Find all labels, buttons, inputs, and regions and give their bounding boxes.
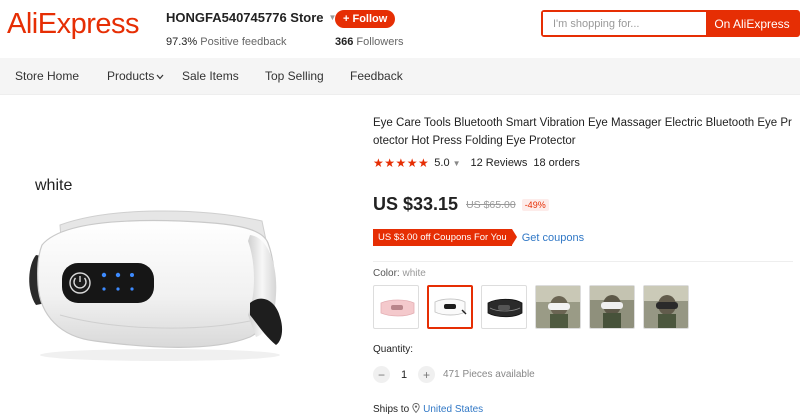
nav-item-label: Top Selling xyxy=(265,69,324,83)
product-main-image[interactable]: white xyxy=(0,115,355,420)
product-info: Eye Care Tools Bluetooth Smart Vibration… xyxy=(373,114,793,415)
store-nav: Store Home Products Sale Items Top Selli… xyxy=(0,58,800,95)
swatch-white[interactable] xyxy=(427,285,473,329)
ships-to-label: Ships to xyxy=(373,404,410,415)
orders-count: 18 orders xyxy=(533,157,580,169)
nav-item-label: Feedback xyxy=(350,69,403,83)
nav-item-top-selling[interactable]: Top Selling xyxy=(265,69,324,83)
swatch-photo-2-image xyxy=(590,286,634,328)
product-title: Eye Care Tools Bluetooth Smart Vibration… xyxy=(373,117,792,147)
swatch-black-image xyxy=(487,298,523,318)
current-price: US $33.15 xyxy=(373,194,459,214)
feedback-label: Positive feedback xyxy=(200,36,287,48)
quantity-stepper: − 1 + 471 Pieces available xyxy=(373,366,535,383)
nav-item-label: Products xyxy=(107,69,155,83)
swatch-white-image xyxy=(434,298,467,316)
caret-down-icon[interactable]: ▼ xyxy=(453,159,461,168)
color-value: white xyxy=(402,268,426,279)
nav-item-label: Store Home xyxy=(15,69,80,83)
store-product-page: AliExpress HONGFA540745776 Store ▼ 97.3%… xyxy=(0,0,800,420)
location-pin-icon xyxy=(412,403,420,416)
positive-feedback: 97.3% Positive feedback xyxy=(166,36,336,48)
star-rating-icon[interactable]: ★★★★★ xyxy=(373,156,429,170)
quantity-label: Quantity: xyxy=(373,344,414,355)
nav-item-label: Sale Items xyxy=(182,69,239,83)
follow-button[interactable]: + Follow xyxy=(335,10,396,28)
rating-row: ★★★★★ 5.0 ▼ 12 Reviews 18 orders xyxy=(373,156,793,170)
feedback-percent: 97.3% xyxy=(166,36,198,48)
followers-count: 366 xyxy=(335,36,354,48)
swatch-black[interactable] xyxy=(481,285,527,329)
coupon-row: US $3.00 off Coupons For You Get coupons xyxy=(373,229,584,246)
store-info: HONGFA540745776 Store ▼ 97.3% Positive f… xyxy=(166,10,336,48)
original-price: US $65.00 xyxy=(466,198,516,211)
color-swatches xyxy=(373,285,697,329)
increase-quantity-button[interactable]: + xyxy=(418,366,435,383)
follow-block: + Follow 366 Followers xyxy=(335,9,404,48)
store-name[interactable]: HONGFA540745776 Store xyxy=(166,10,324,25)
nav-item-sale-items[interactable]: Sale Items xyxy=(182,69,239,83)
swatch-photo-3[interactable] xyxy=(643,285,689,329)
nav-item-store-home[interactable]: Store Home xyxy=(15,69,79,83)
search-input[interactable] xyxy=(543,12,706,35)
reviews-link[interactable]: 12 Reviews xyxy=(471,157,528,169)
ships-to: Ships to United States xyxy=(373,403,483,416)
swatch-pink[interactable] xyxy=(373,285,419,329)
price-row: US $33.15 US $65.00 -49% xyxy=(373,194,549,215)
chevron-down-icon xyxy=(156,72,164,82)
search-button[interactable]: On AliExpress xyxy=(706,12,798,35)
aliexpress-logo[interactable]: AliExpress xyxy=(7,8,140,41)
store-name-link[interactable]: HONGFA540745776 Store ▼ xyxy=(166,10,336,25)
rating-value[interactable]: 5.0 xyxy=(434,157,449,169)
followers: 366 Followers xyxy=(335,36,404,48)
search-bar: On AliExpress xyxy=(541,10,800,37)
coupon-badge[interactable]: US $3.00 off Coupons For You xyxy=(373,229,517,246)
decrease-quantity-button[interactable]: − xyxy=(373,366,390,383)
color-label: Color: white xyxy=(373,268,426,279)
get-coupons-link[interactable]: Get coupons xyxy=(522,232,584,244)
quantity-value[interactable]: 1 xyxy=(390,369,418,381)
nav-item-products[interactable]: Products xyxy=(107,69,164,83)
swatch-photo-1-image xyxy=(536,286,580,328)
swatch-pink-image xyxy=(380,299,415,317)
eye-massager-image xyxy=(29,210,283,361)
swatch-photo-2[interactable] xyxy=(589,285,635,329)
discount-badge: -49% xyxy=(521,198,549,211)
swatch-photo-3-image xyxy=(644,286,688,328)
ships-to-destination[interactable]: United States xyxy=(423,404,483,415)
swatch-photo-1[interactable] xyxy=(535,285,581,329)
color-label-text: Color: xyxy=(373,268,400,279)
nav-item-feedback[interactable]: Feedback xyxy=(350,69,403,83)
followers-label: Followers xyxy=(356,36,404,48)
pieces-available: 471 Pieces available xyxy=(443,369,535,380)
divider xyxy=(373,261,793,262)
header: AliExpress HONGFA540745776 Store ▼ 97.3%… xyxy=(0,0,800,56)
